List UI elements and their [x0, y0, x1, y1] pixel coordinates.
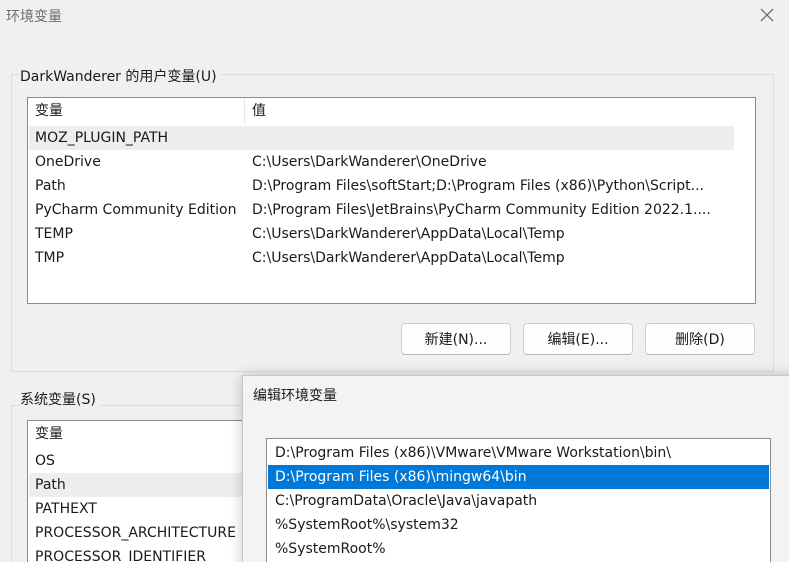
row-name: TMP [35, 250, 65, 266]
list-item[interactable]: C:\ProgramData\Oracle\Java\javapath [268, 489, 769, 513]
list-item[interactable]: %SystemRoot% [268, 537, 769, 561]
row-name: PROCESSOR_IDENTIFIER [35, 549, 206, 562]
row-name: PyCharm Community Edition [35, 202, 237, 218]
row-name: PATHEXT [35, 501, 97, 517]
row-name: OneDrive [35, 154, 101, 170]
window-titlebar: 环境变量 [0, 0, 789, 34]
edit-env-var-dialog: 编辑环境变量 D:\Program Files (x86)\VMware\VMw… [242, 375, 789, 562]
row-value: C:\Users\DarkWanderer\OneDrive [252, 154, 487, 170]
row-value: C:\Users\DarkWanderer\AppData\Local\Temp [252, 226, 565, 242]
table-row[interactable]: Path [29, 473, 266, 497]
row-name: MOZ_PLUGIN_PATH [35, 130, 169, 146]
row-name: PROCESSOR_ARCHITECTURE [35, 525, 236, 541]
table-row[interactable]: PROCESSOR_ARCHITECTURE [29, 521, 266, 545]
user-variables-label: DarkWanderer 的用户变量(U) [20, 66, 221, 86]
column-header-value[interactable]: 值 [245, 98, 266, 124]
row-name: OS [35, 453, 55, 469]
edit-button[interactable]: 编辑(E)... [523, 323, 633, 355]
edit-dialog-title: 编辑环境变量 [253, 388, 337, 404]
list-item[interactable]: D:\Program Files (x86)\VMware\VMware Wor… [268, 441, 769, 465]
table-row[interactable]: PyCharm Community Edition D:\Program Fil… [29, 198, 734, 222]
table-row[interactable]: MOZ_PLUGIN_PATH [29, 126, 734, 150]
row-name: TEMP [35, 226, 73, 242]
table-row[interactable]: OS [29, 449, 266, 473]
row-value: D:\Program Files\JetBrains\PyCharm Commu… [252, 202, 711, 218]
user-variables-list[interactable]: 变量 值 MOZ_PLUGIN_PATH OneDrive C:\Users\D… [27, 97, 756, 304]
table-row[interactable]: PROCESSOR_IDENTIFIER [29, 545, 266, 562]
list-item-selected[interactable]: D:\Program Files (x86)\mingw64\bin [268, 465, 769, 489]
table-row[interactable]: TMP C:\Users\DarkWanderer\AppData\Local\… [29, 246, 734, 270]
table-row[interactable]: PATHEXT [29, 497, 266, 521]
table-row[interactable]: TEMP C:\Users\DarkWanderer\AppData\Local… [29, 222, 734, 246]
row-value: D:\Program Files\softStart;D:\Program Fi… [252, 178, 704, 194]
path-entries-list[interactable]: D:\Program Files (x86)\VMware\VMware Wor… [266, 438, 771, 562]
row-value: C:\Users\DarkWanderer\AppData\Local\Temp [252, 250, 565, 266]
system-list-header: 变量 [28, 421, 266, 447]
close-button[interactable] [754, 2, 780, 28]
system-variables-list[interactable]: 变量 OS Path PATHEXT PROCESSOR_ARCHITECTUR… [27, 420, 267, 562]
table-row[interactable]: Path D:\Program Files\softStart;D:\Progr… [29, 174, 734, 198]
row-name: Path [35, 178, 66, 194]
table-row[interactable]: OneDrive C:\Users\DarkWanderer\OneDrive [29, 150, 734, 174]
list-item[interactable]: %SystemRoot%\system32 [268, 513, 769, 537]
user-list-header: 变量 值 [28, 98, 735, 124]
close-icon [760, 8, 774, 22]
edit-dialog-titlebar[interactable]: 编辑环境变量 [243, 376, 789, 412]
new-button[interactable]: 新建(N)... [401, 323, 511, 355]
column-header-variable[interactable]: 变量 [28, 421, 63, 447]
row-value [246, 126, 252, 150]
column-header-variable[interactable]: 变量 [28, 98, 245, 124]
system-variables-label: 系统变量(S) [20, 389, 100, 409]
delete-button[interactable]: 删除(D) [645, 323, 755, 355]
window-title: 环境变量 [6, 9, 62, 25]
row-name: Path [35, 477, 66, 493]
